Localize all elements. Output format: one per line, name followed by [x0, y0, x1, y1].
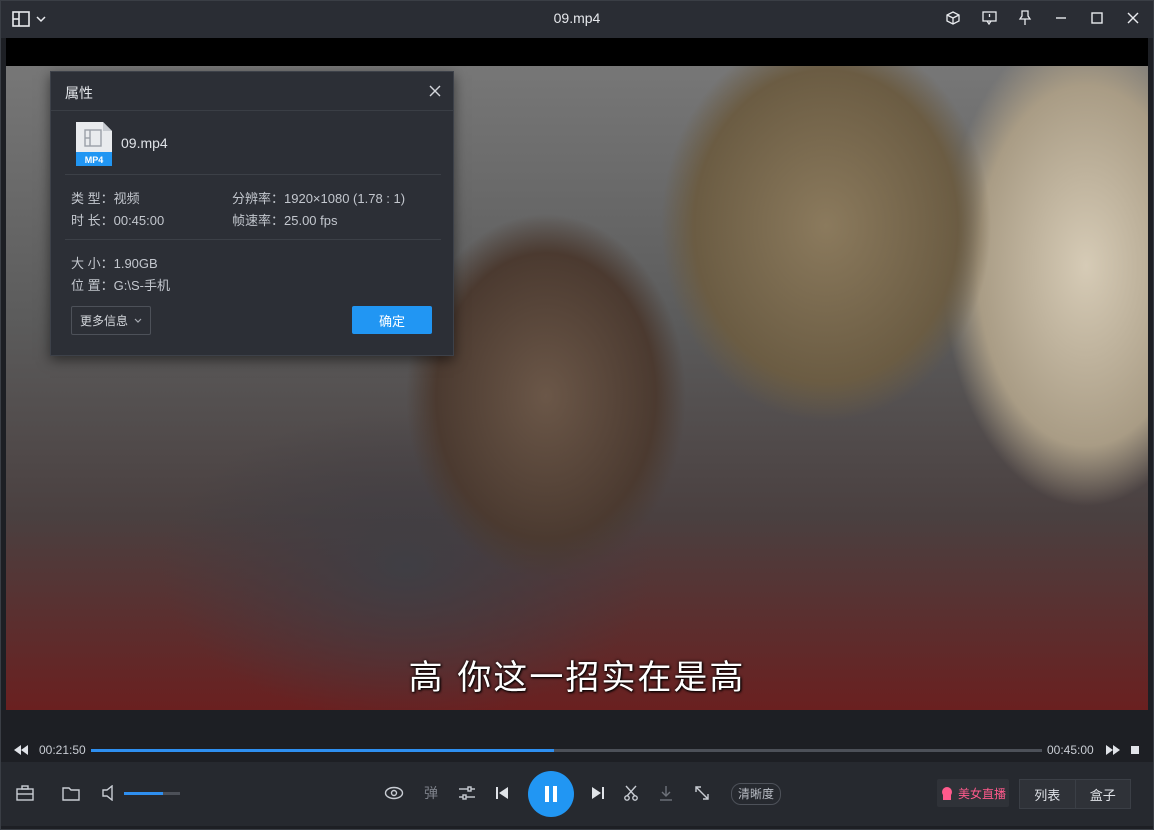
live-stream-label: 美女直播	[957, 786, 1006, 801]
equalizer-icon[interactable]	[456, 782, 478, 804]
video-file-icon: MP4	[75, 121, 113, 167]
danmaku-button[interactable]: 弹	[420, 782, 442, 804]
fullscreen-icon[interactable]	[691, 782, 713, 804]
file-size: 大 小：1.90GB	[71, 256, 158, 271]
close-icon[interactable]	[1124, 8, 1142, 28]
clarity-button[interactable]: 清晰度	[731, 783, 782, 805]
feedback-icon[interactable]	[980, 8, 998, 28]
divider	[65, 239, 441, 240]
seek-bar-row: 00:21:50 00:45:00	[0, 738, 1154, 762]
pin-icon[interactable]	[1016, 8, 1034, 28]
scissors-icon[interactable]	[620, 782, 642, 804]
more-info-label: 更多信息	[79, 314, 128, 328]
volume-level	[124, 792, 164, 795]
file-type: 类 型：视频	[71, 191, 140, 206]
3d-box-icon[interactable]	[944, 8, 962, 28]
more-info-dropdown[interactable]: 更多信息	[71, 306, 151, 335]
title-bar: 09.mp4	[0, 0, 1154, 38]
fast-forward-icon[interactable]	[1106, 745, 1120, 755]
volume-slider[interactable]	[124, 792, 180, 795]
file-location: 位 置：G:\S-手机	[71, 278, 170, 293]
download-icon[interactable]	[655, 782, 677, 804]
eye-protection-icon[interactable]	[383, 782, 405, 804]
file-duration: 时 长：00:45:00	[71, 213, 165, 228]
live-stream-button[interactable]: 美女直播	[937, 779, 1009, 807]
subtitle-text: 高 你这一招实在是高	[408, 658, 746, 698]
toolbox-icon[interactable]	[14, 782, 36, 804]
file-name: 09.mp4	[121, 135, 168, 151]
rewind-icon[interactable]	[14, 745, 28, 755]
dialog-header: 属性	[51, 72, 453, 111]
pause-button[interactable]	[528, 771, 574, 817]
properties-dialog: 属性 MP4 09.mp4 类 型：视频 分辨率：1920×1080 (1.78…	[50, 71, 454, 356]
maximize-icon[interactable]	[1088, 8, 1106, 28]
current-time: 00:21:50	[39, 743, 86, 757]
divider	[65, 174, 441, 175]
next-icon[interactable]	[587, 782, 609, 804]
ok-button[interactable]: 确定	[352, 306, 432, 334]
stop-icon[interactable]	[1131, 746, 1139, 754]
live-avatar-icon	[941, 787, 952, 800]
file-framerate: 帧速率：25.00 fps	[232, 213, 338, 228]
pause-icon	[545, 786, 557, 802]
previous-icon[interactable]	[491, 782, 513, 804]
open-folder-icon[interactable]	[60, 782, 82, 804]
sidebar-tabs: 列表 盒子	[1019, 779, 1131, 809]
tab-list[interactable]: 列表	[1020, 780, 1076, 808]
file-resolution: 分辨率：1920×1080 (1.78 : 1)	[232, 191, 406, 206]
control-bar: 弹 清晰度 美女直播 列表 盒子	[0, 762, 1154, 826]
dialog-title: 属性	[65, 85, 93, 101]
tab-box[interactable]: 盒子	[1076, 780, 1131, 808]
seek-track[interactable]	[91, 749, 1042, 752]
seek-progress	[91, 749, 555, 752]
total-time: 00:45:00	[1047, 743, 1094, 757]
minimize-icon[interactable]	[1052, 8, 1070, 28]
file-badge: MP4	[85, 155, 104, 165]
chevron-down-icon	[134, 318, 142, 323]
dialog-close-icon[interactable]	[429, 81, 441, 102]
volume-icon[interactable]	[98, 782, 120, 804]
